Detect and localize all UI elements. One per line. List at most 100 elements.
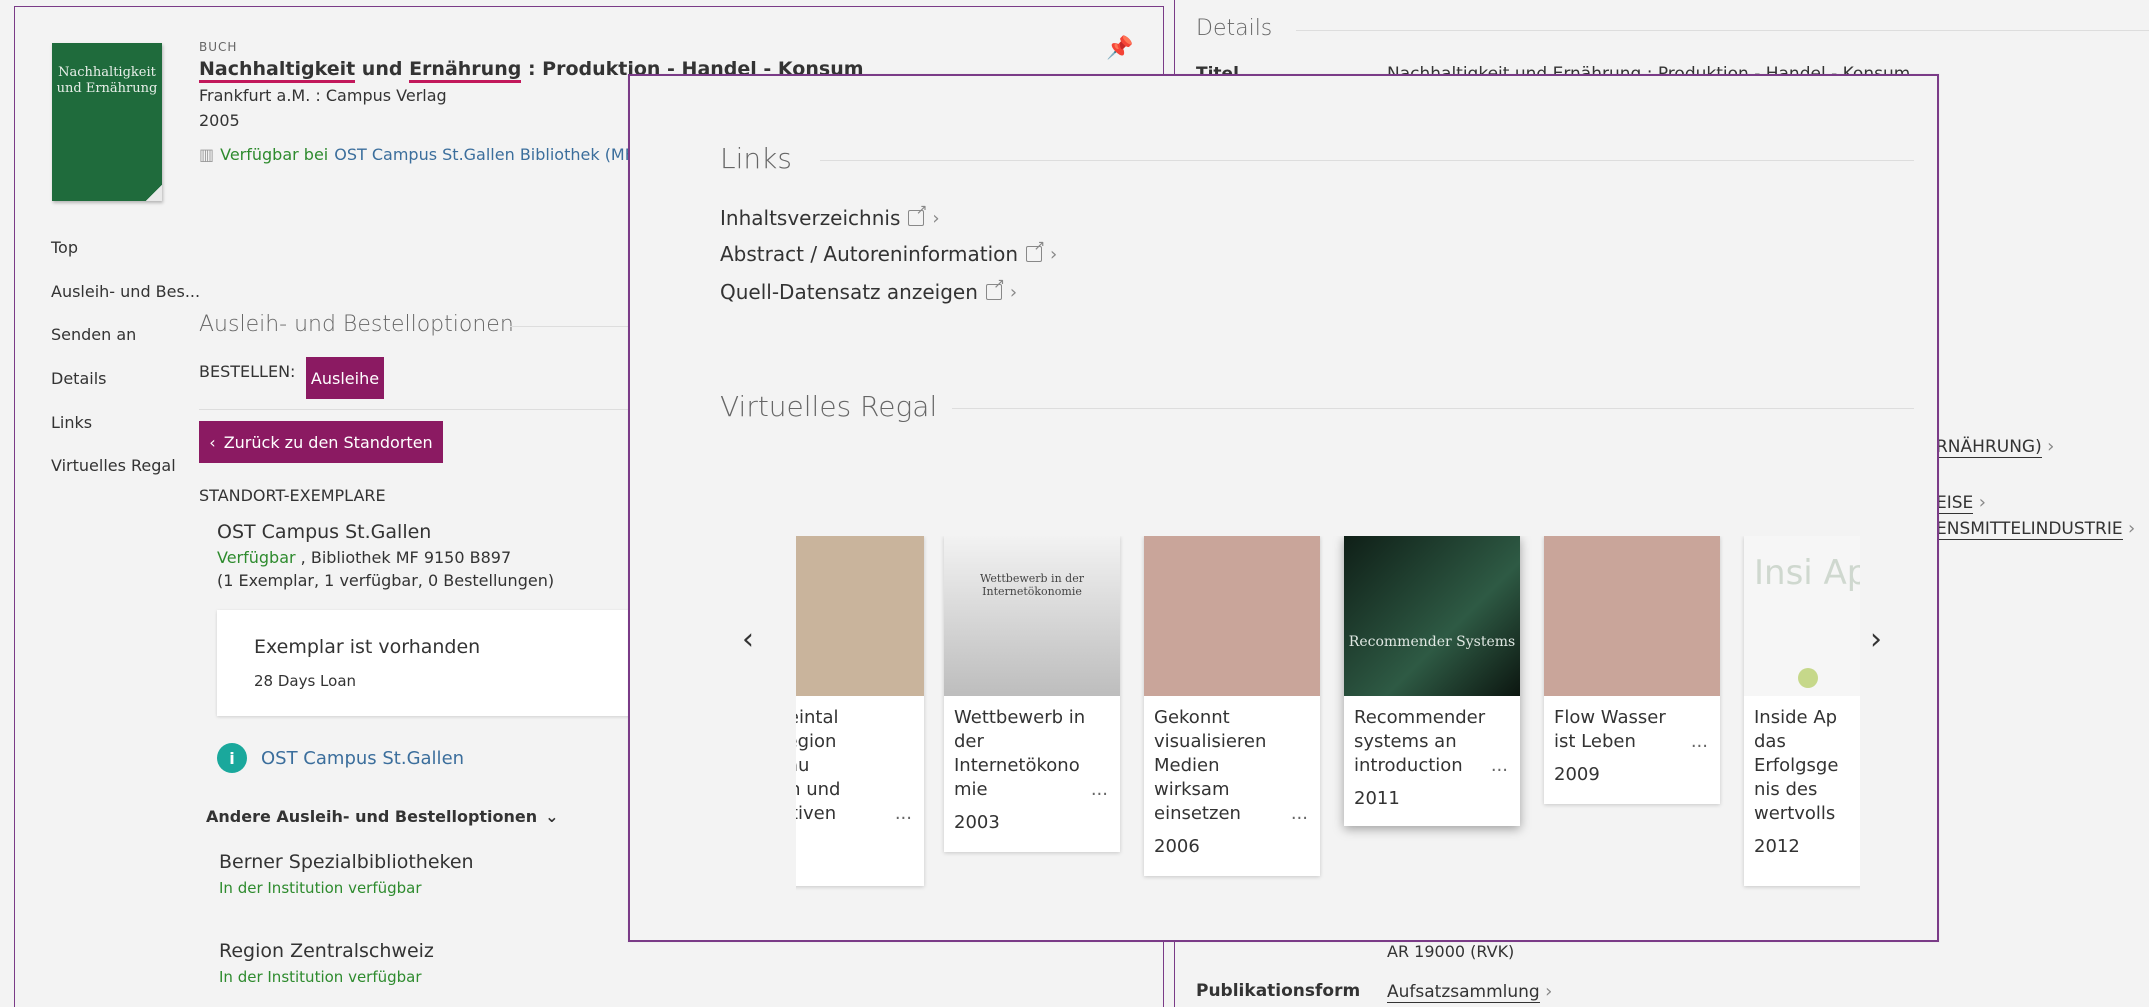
- nav-item-virtual-shelf[interactable]: Virtuelles Regal: [51, 456, 176, 475]
- book-year: 2003: [954, 812, 1000, 833]
- info-location-link[interactable]: OST Campus St.Gallen: [261, 748, 464, 769]
- other-location-name[interactable]: Region Zentralschweiz: [219, 940, 434, 962]
- shelf-book[interactable]: Wettbewerb in der Internetökonomie Wettb…: [944, 536, 1120, 852]
- book-title-line: wirksam: [1154, 779, 1230, 800]
- book-title-line: Inside Ap: [1754, 707, 1838, 728]
- location-name: OST Campus St.Gallen: [217, 521, 432, 543]
- link-abstract[interactable]: Abstract / Autoreninformation ›: [720, 238, 1058, 266]
- cover-title-line: Nachhaltigkeit: [58, 65, 156, 80]
- book-title-line: Flow Wasser: [1554, 707, 1666, 728]
- book-year: 2012: [1754, 836, 1800, 857]
- book-title-line: Erfolgsge: [1754, 755, 1839, 776]
- shelf-prev-arrow[interactable]: ‹: [742, 622, 754, 657]
- back-button-label: Zurück zu den Standorten: [223, 432, 433, 452]
- book-title: Gekonnt visualisieren Medien wirksam ein…: [1144, 696, 1320, 826]
- book-title: Recommender systems an introduction ...: [1344, 696, 1520, 778]
- book-title-line: mie: [954, 779, 988, 800]
- book-title-line: mbau: [796, 755, 810, 776]
- external-link-icon: [985, 276, 1005, 300]
- chevron-left-icon: ‹: [209, 432, 216, 452]
- resource-type: BUCH: [199, 40, 238, 54]
- nav-item-loan[interactable]: Ausleih- und Bes...: [51, 282, 200, 301]
- chevron-right-icon: ›: [1978, 492, 1986, 513]
- shelf-book[interactable]: Gekonnt visualisieren Medien wirksam ein…: [1144, 536, 1320, 876]
- more-dots: ...: [894, 803, 912, 824]
- loan-button[interactable]: Ausleihe: [306, 357, 384, 399]
- chevron-right-icon: ›: [932, 207, 940, 229]
- chevron-right-icon: ›: [2128, 518, 2136, 539]
- more-dots: ...: [1690, 731, 1708, 752]
- chevron-right-icon: ›: [1050, 243, 1058, 265]
- link-source-record[interactable]: Quell-Datensatz anzeigen ›: [720, 276, 1017, 304]
- divider: [199, 409, 629, 410]
- shelf-book[interactable]: nrheintal e Region mbau ysen und pektive…: [796, 536, 924, 886]
- more-dots: ...: [1090, 779, 1108, 800]
- more-dots: ...: [1490, 755, 1508, 776]
- subject-link[interactable]: ENSMITTELINDUSTRIE ›: [1936, 518, 2136, 540]
- book-title: Wettbewerb in der Internetökono mie ...: [944, 696, 1120, 802]
- virtual-shelf-title: Virtuelles Regal: [720, 390, 938, 423]
- link-toc[interactable]: Inhaltsverzeichnis ›: [720, 202, 940, 230]
- subject-link[interactable]: RNÄHRUNG) ›: [1936, 436, 2055, 458]
- book-title-line: e Region: [796, 731, 837, 752]
- book-title-line: ysen und: [796, 779, 841, 800]
- shelf-book[interactable]: Insi App Inside Ap das Erfolgsge nis des…: [1744, 536, 1860, 886]
- item-policy: 28 Days Loan: [254, 672, 357, 690]
- other-location-status: In der Institution verfügbar: [219, 879, 422, 897]
- order-label: BESTELLEN:: [199, 362, 296, 381]
- title-part: und: [355, 58, 410, 80]
- subject-link[interactable]: EISE ›: [1936, 492, 1986, 514]
- availability-location[interactable]: OST Campus St.Gallen Bibliothek (MF: [334, 145, 634, 164]
- availability-line[interactable]: ▥ Verfügbar bei OST Campus St.Gallen Bib…: [199, 145, 634, 164]
- location-status: Verfügbar: [217, 548, 296, 567]
- overlay-panel: Links Inhaltsverzeichnis › Abstract / Au…: [628, 74, 1939, 942]
- pubform-link[interactable]: Aufsatzsammlung ›: [1387, 981, 1552, 1003]
- cover-text: Recommender Systems: [1348, 634, 1516, 650]
- book-year: 2011: [1354, 788, 1400, 809]
- subject-text: EISE: [1936, 493, 1974, 514]
- book-year: 2006: [1154, 836, 1200, 857]
- book-title: Inside Ap das Erfolgsge nis des wertvoll…: [1744, 696, 1860, 826]
- link-label: Abstract / Autoreninformation: [720, 242, 1019, 266]
- external-link-icon: [908, 202, 927, 226]
- publisher: Frankfurt a.M. : Campus Verlag: [199, 86, 447, 105]
- shelf-book[interactable]: Flow Wasser ist Leben ... 2009: [1544, 536, 1720, 804]
- book-title: nrheintal e Region mbau ysen und pektive…: [796, 696, 924, 826]
- book-cover[interactable]: Nachhaltigkeit und Ernährung: [52, 43, 162, 201]
- shelf-next-arrow[interactable]: ›: [1870, 622, 1882, 657]
- book-cover: [796, 536, 924, 696]
- book-cover: Recommender Systems: [1344, 536, 1520, 696]
- pubform-label: Publikationsform: [1196, 981, 1361, 1001]
- nav-item-details[interactable]: Details: [51, 369, 106, 388]
- cover-text: Wettbewerb in der Internetökonomie: [980, 572, 1084, 598]
- nav-item-send[interactable]: Senden an: [51, 325, 136, 344]
- book-year: 2009: [1554, 764, 1600, 785]
- location-info: Verfügbar , Bibliothek MF 9150 B897: [217, 548, 511, 567]
- item-card[interactable]: Exemplar ist vorhanden 28 Days Loan: [217, 610, 637, 716]
- title-highlight: Ernährung: [409, 58, 522, 83]
- item-status: Exemplar ist vorhanden: [254, 636, 481, 658]
- chevron-right-icon: ›: [2047, 436, 2055, 457]
- nav-item-top[interactable]: Top: [51, 238, 78, 257]
- divider: [1296, 30, 2149, 31]
- cover-text: Insi App: [1754, 553, 1860, 593]
- book-title-line: Recommender: [1354, 707, 1486, 728]
- book-cover: [1144, 536, 1320, 696]
- external-link-icon: [1026, 238, 1045, 262]
- book-title-line: Wettbewerb in: [954, 707, 1086, 728]
- other-options-toggle[interactable]: Andere Ausleih- und Bestelloptionen ⌄: [206, 807, 559, 826]
- nav-item-links[interactable]: Links: [51, 413, 92, 432]
- publication-year: 2005: [199, 111, 240, 130]
- other-options-label: Andere Ausleih- und Bestelloptionen: [206, 807, 538, 826]
- info-row[interactable]: i OST Campus St.Gallen: [217, 743, 464, 773]
- pin-icon[interactable]: 📌: [1106, 36, 1133, 61]
- location-counts: (1 Exemplar, 1 verfügbar, 0 Bestellungen…: [217, 571, 555, 590]
- link-label: Quell-Datensatz anzeigen: [720, 280, 978, 304]
- book-cover: Wettbewerb in der Internetökonomie: [944, 536, 1120, 696]
- back-to-locations-button[interactable]: ‹ Zurück zu den Standorten: [199, 421, 443, 463]
- virtual-shelf-carousel: nrheintal e Region mbau ysen und pektive…: [796, 536, 1860, 956]
- book-icon: ▥: [199, 145, 215, 164]
- other-location-name[interactable]: Berner Spezialbibliotheken: [219, 851, 474, 873]
- book-title-line: visualisieren: [1154, 731, 1267, 752]
- shelf-book[interactable]: Recommender Systems Recommender systems …: [1344, 536, 1520, 826]
